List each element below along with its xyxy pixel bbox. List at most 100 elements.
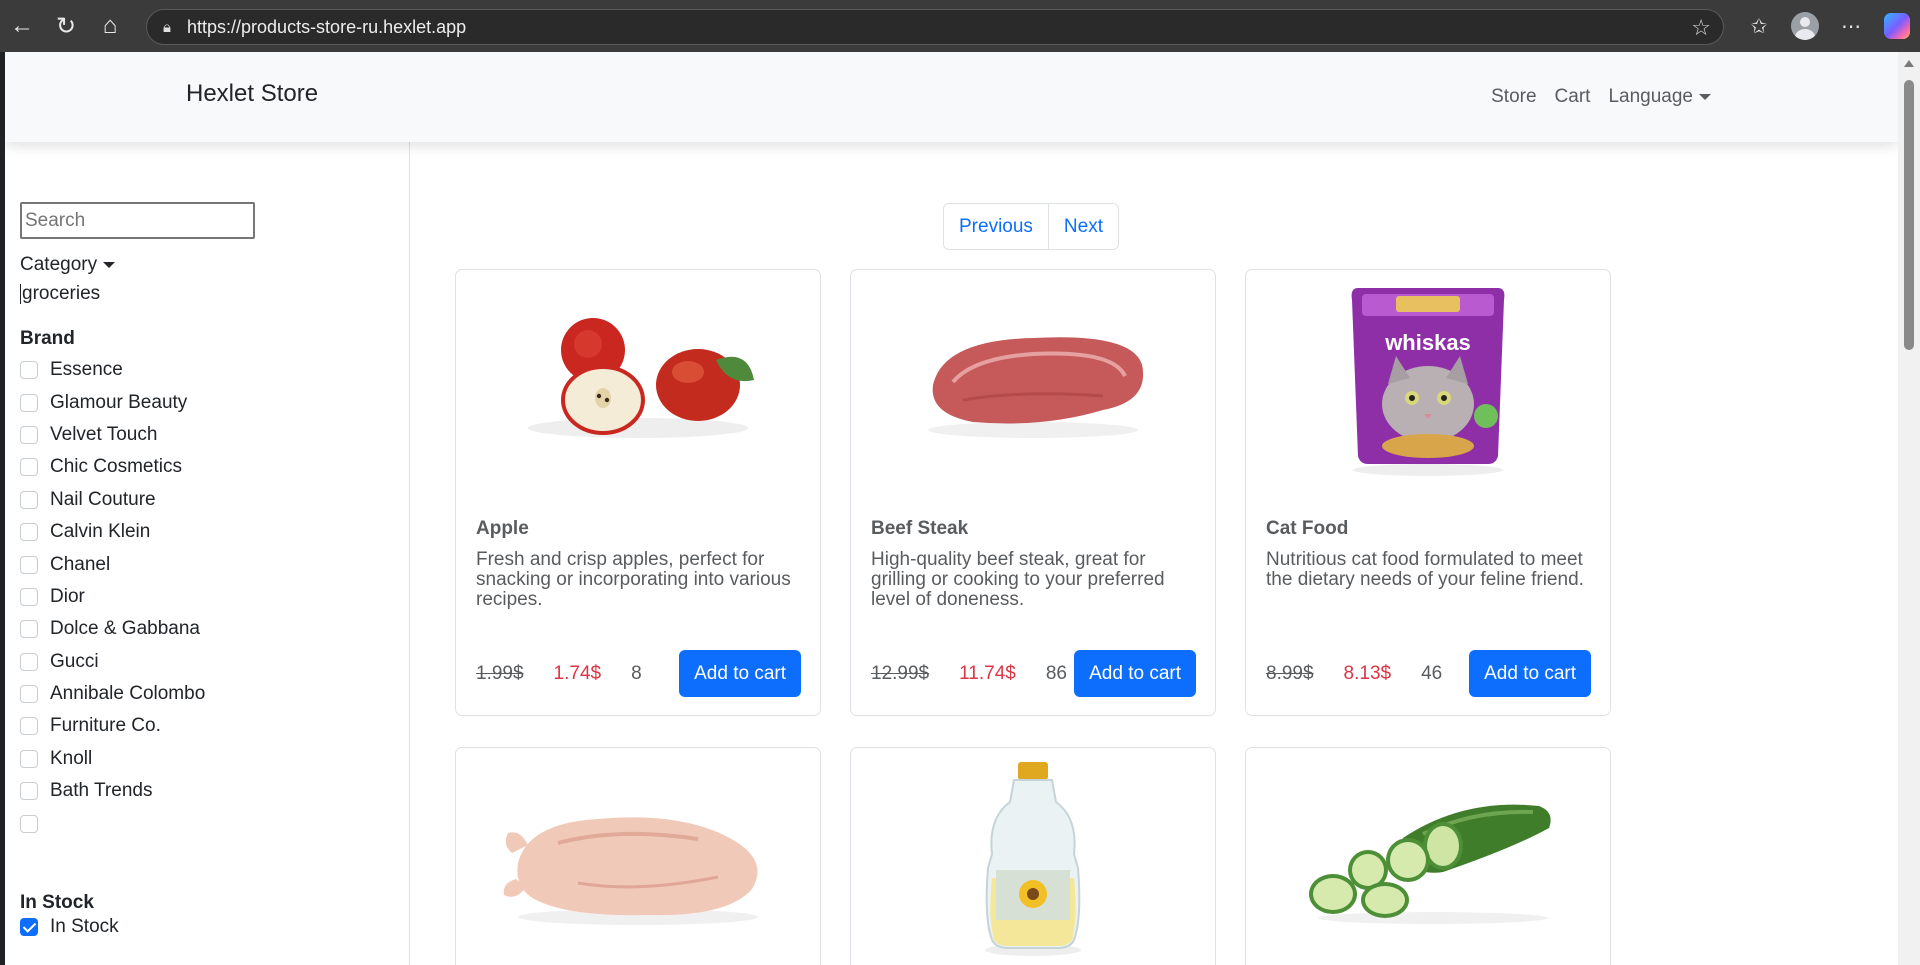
sale-price: 8.13$ xyxy=(1343,662,1392,684)
brand-filter-title: Brand xyxy=(20,328,75,349)
product-footer: 8.99$ 8.13$ 46 Add to cart xyxy=(1266,650,1591,697)
brand-option[interactable]: Glamour Beauty xyxy=(20,386,205,418)
brand-checkbox[interactable] xyxy=(20,458,38,477)
reload-icon[interactable]: ↻ xyxy=(44,0,88,52)
copilot-logo xyxy=(1884,13,1910,39)
category-value[interactable]: groceries xyxy=(20,284,100,304)
product-card xyxy=(850,747,1216,965)
stock-filter-title: In Stock xyxy=(20,892,94,913)
star-icon[interactable]: ☆ xyxy=(1691,15,1711,41)
avatar xyxy=(1791,12,1819,40)
add-to-cart-button[interactable]: Add to cart xyxy=(1469,650,1591,697)
cooking-oil-image[interactable] xyxy=(851,748,1215,965)
brand-checkbox[interactable] xyxy=(20,749,38,768)
language-dropdown[interactable]: Language xyxy=(1608,86,1711,108)
old-price: 8.99$ xyxy=(1266,662,1314,684)
brand-checkbox[interactable] xyxy=(20,393,38,412)
profile-icon[interactable] xyxy=(1782,0,1828,52)
brand-option[interactable]: Gucci xyxy=(20,646,205,678)
brand-checkbox[interactable] xyxy=(20,587,38,606)
brand-checkbox[interactable] xyxy=(20,620,38,639)
add-to-cart-button[interactable]: Add to cart xyxy=(679,650,801,697)
nav-cart-link[interactable]: Cart xyxy=(1555,86,1591,108)
brand-option[interactable]: Dior xyxy=(20,581,205,613)
brand-option[interactable]: Chanel xyxy=(20,548,205,580)
cat-food-image[interactable]: whiskas xyxy=(1246,270,1610,490)
beef-steak-image[interactable] xyxy=(851,270,1215,490)
brand-option[interactable]: Knoll xyxy=(20,743,205,775)
url-text[interactable]: https://products-store-ru.hexlet.app xyxy=(187,17,466,38)
brand-label: Dolce & Gabbana xyxy=(50,618,200,640)
brand-label: Bath Trends xyxy=(50,780,153,802)
brand-checkbox[interactable] xyxy=(20,490,38,509)
chicken-image[interactable] xyxy=(456,748,820,965)
brand-checkbox[interactable] xyxy=(20,361,38,380)
brand-logo[interactable]: Hexlet Store xyxy=(186,80,318,108)
brand-label: Furniture Co. xyxy=(50,715,161,737)
brand-checkbox[interactable] xyxy=(20,523,38,542)
nav-links: Store Cart Language xyxy=(1473,86,1711,108)
copilot-icon[interactable] xyxy=(1874,0,1920,52)
search-input[interactable] xyxy=(20,202,255,239)
sale-price: 1.74$ xyxy=(553,662,602,684)
category-dropdown[interactable]: Category xyxy=(20,254,116,276)
brand-checkbox[interactable] xyxy=(20,425,38,444)
brand-checkbox[interactable] xyxy=(20,717,38,736)
scroll-up-icon[interactable] xyxy=(1904,60,1914,67)
add-to-cart-button[interactable]: Add to cart xyxy=(1074,650,1196,697)
pagination: Previous Next xyxy=(943,203,1119,250)
product-footer: 1.99$ 1.74$ 8 Add to cart xyxy=(476,650,801,697)
address-bar[interactable]: 🔒︎ https://products-store-ru.hexlet.app … xyxy=(146,9,1724,45)
brand-option[interactable] xyxy=(20,807,205,839)
brand-option[interactable]: Annibale Colombo xyxy=(20,678,205,710)
product-title[interactable]: Cat Food xyxy=(1266,518,1348,540)
brand-option[interactable]: Furniture Co. xyxy=(20,710,205,742)
product-description: High-quality beef steak, great for grill… xyxy=(871,549,1165,610)
brand-option[interactable]: Essence xyxy=(20,354,205,386)
stock-count: 8 xyxy=(631,662,642,684)
brand-option[interactable]: Dolce & Gabbana xyxy=(20,613,205,645)
brand-label: Glamour Beauty xyxy=(50,391,188,413)
language-label: Language xyxy=(1608,86,1693,107)
vertical-scrollbar[interactable] xyxy=(1898,52,1920,965)
sale-price: 11.74$ xyxy=(959,662,1016,684)
scrollbar-thumb[interactable] xyxy=(1904,80,1914,350)
nav-store-link[interactable]: Store xyxy=(1491,86,1536,108)
old-price: 1.99$ xyxy=(476,662,524,684)
brand-option[interactable]: Chic Cosmetics xyxy=(20,451,205,483)
brand-option[interactable]: Bath Trends xyxy=(20,775,205,807)
brand-label: Calvin Klein xyxy=(50,521,151,543)
filter-sidebar: Category groceries Brand Essence Glamour… xyxy=(5,142,410,965)
product-title[interactable]: Apple xyxy=(476,518,529,540)
cucumber-image[interactable] xyxy=(1246,748,1610,965)
product-card: Apple Fresh and crisp apples, perfect fo… xyxy=(455,269,821,716)
brand-option[interactable]: Velvet Touch xyxy=(20,419,205,451)
brand-checkbox[interactable] xyxy=(20,782,38,801)
product-card xyxy=(1245,747,1611,965)
in-stock-option[interactable]: In Stock xyxy=(20,916,119,938)
brand-option[interactable]: Nail Couture xyxy=(20,484,205,516)
previous-page-button[interactable]: Previous xyxy=(944,204,1048,249)
brand-checkbox[interactable] xyxy=(20,555,38,574)
home-icon[interactable]: ⌂ xyxy=(88,0,132,52)
page-viewport: Hexlet Store Store Cart Language Categor… xyxy=(5,52,1898,965)
stock-count: 86 xyxy=(1045,662,1067,684)
more-icon[interactable]: ⋯ xyxy=(1828,0,1874,52)
product-card xyxy=(455,747,821,965)
brand-checkbox[interactable] xyxy=(20,814,38,833)
brand-checkbox[interactable] xyxy=(20,685,38,704)
apple-image[interactable] xyxy=(456,270,820,490)
brand-option[interactable]: Calvin Klein xyxy=(20,516,205,548)
caret-down-icon xyxy=(1699,94,1711,100)
next-page-button[interactable]: Next xyxy=(1047,204,1118,249)
back-arrow-icon[interactable]: ← xyxy=(0,0,44,52)
product-description: Nutritious cat food formulated to meet t… xyxy=(1266,549,1584,590)
package-brand-text: whiskas xyxy=(1384,330,1471,355)
brand-label: Chanel xyxy=(50,553,111,575)
in-stock-checkbox[interactable] xyxy=(20,918,38,936)
favorites-icon[interactable]: ✩ xyxy=(1736,0,1782,52)
stock-count: 46 xyxy=(1421,662,1443,684)
lock-icon[interactable]: 🔒︎ xyxy=(147,19,187,36)
brand-checkbox[interactable] xyxy=(20,652,38,671)
product-title[interactable]: Beef Steak xyxy=(871,518,968,540)
